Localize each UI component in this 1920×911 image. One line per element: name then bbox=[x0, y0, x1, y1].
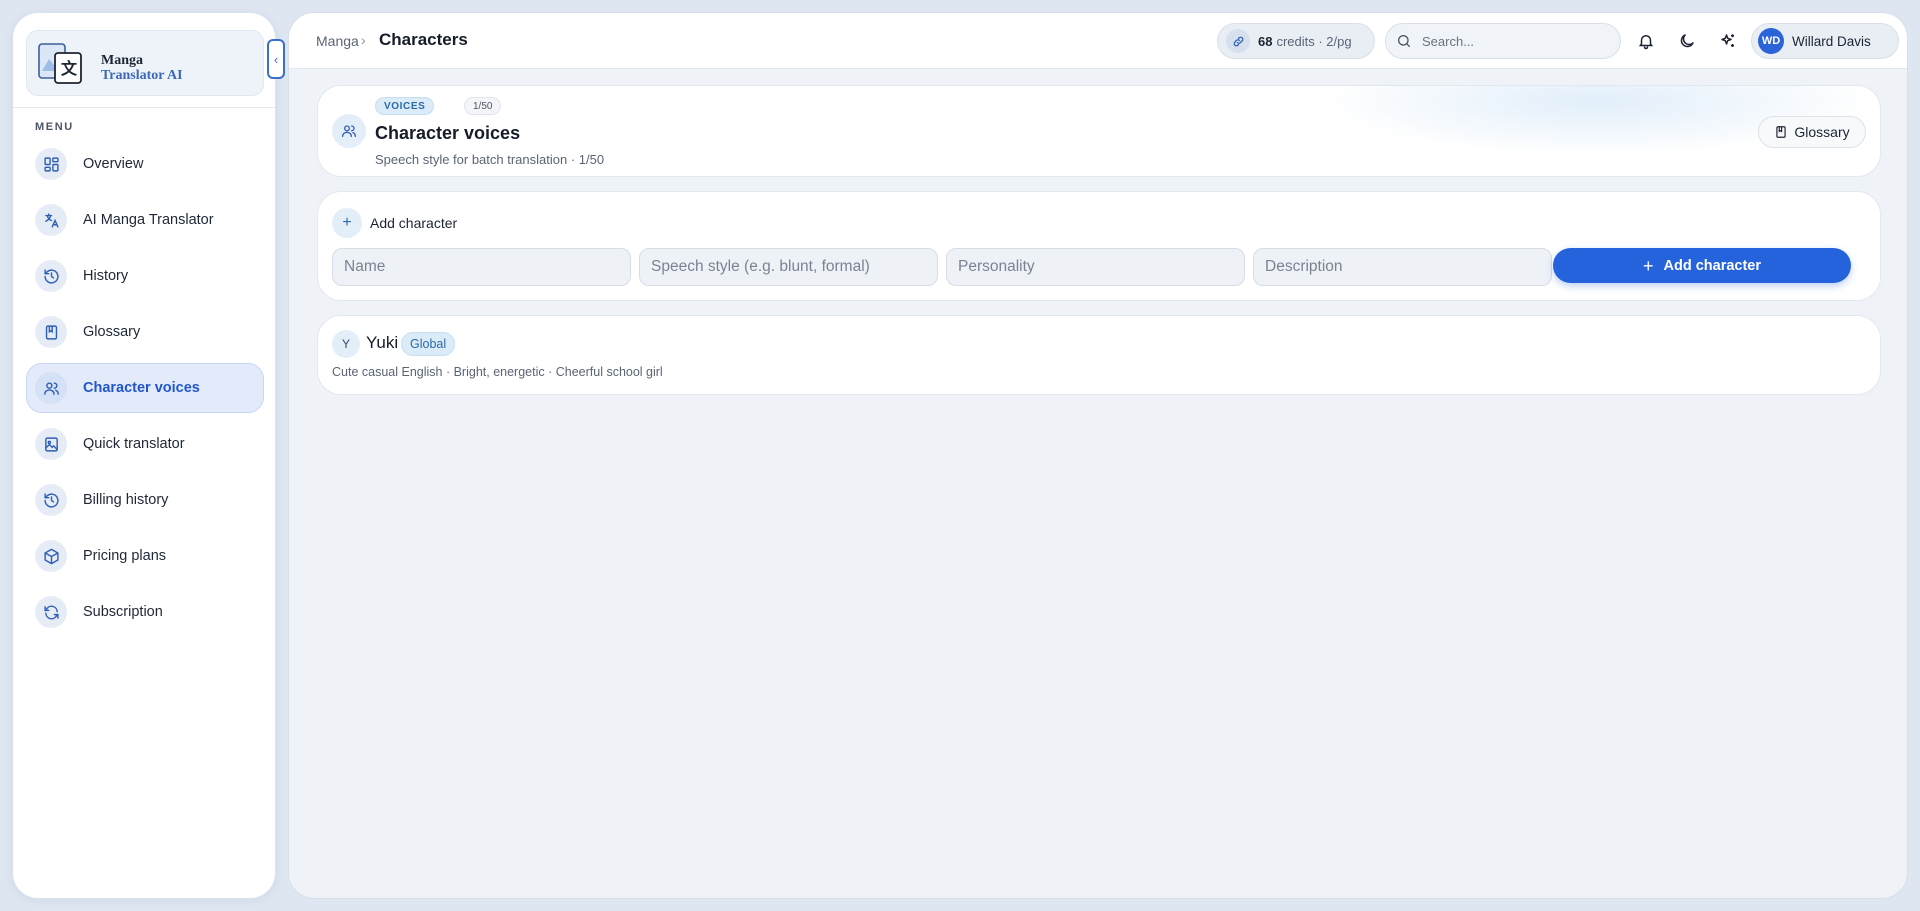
menu-label: MENU bbox=[35, 121, 74, 133]
page-header-card: VOICES 1/50 Character voices Speech styl… bbox=[317, 85, 1881, 177]
breadcrumb-separator: › bbox=[361, 32, 366, 48]
credits-count: 68 bbox=[1258, 33, 1273, 49]
brand-line-2: Translator AI bbox=[101, 68, 183, 83]
section-title: Character voices bbox=[375, 123, 521, 143]
collapse-sidebar-button[interactable]: ‹ bbox=[267, 39, 285, 79]
dashboard-icon bbox=[35, 148, 67, 180]
add-character-button[interactable]: + Add character bbox=[1553, 248, 1851, 283]
glossary-button[interactable]: Glossary bbox=[1758, 116, 1866, 148]
breadcrumb-parent[interactable]: Manga bbox=[316, 33, 359, 49]
add-character-heading: + Add character bbox=[332, 208, 457, 238]
sidebar-item-billing-history[interactable]: Billing history bbox=[26, 475, 264, 525]
history-icon bbox=[35, 260, 67, 292]
sidebar-nav: Overview AI Manga Translator History Glo… bbox=[26, 139, 264, 643]
sidebar-item-ai-manga-translator[interactable]: AI Manga Translator bbox=[26, 195, 264, 245]
brand-logo[interactable]: 文 Manga Translator AI bbox=[26, 30, 264, 96]
chevron-left-icon: ‹ bbox=[273, 51, 279, 67]
credits-rate: credits · 2/pg bbox=[1276, 33, 1352, 49]
character-name: Yuki bbox=[366, 333, 399, 352]
sidebar-item-label: Billing history bbox=[83, 492, 169, 508]
name-input[interactable] bbox=[332, 248, 631, 286]
translate-icon bbox=[35, 204, 67, 236]
link-icon bbox=[1226, 29, 1250, 53]
sidebar-item-label: Character voices bbox=[83, 380, 200, 396]
sidebar-item-subscription[interactable]: Subscription bbox=[26, 587, 264, 637]
search-box[interactable] bbox=[1385, 23, 1621, 59]
sidebar-item-label: Quick translator bbox=[83, 436, 185, 452]
add-character-button-label: Add character bbox=[1663, 257, 1762, 274]
search-icon bbox=[1398, 35, 1410, 47]
sidebar-item-label: AI Manga Translator bbox=[83, 212, 214, 228]
character-avatar: Y bbox=[332, 330, 360, 358]
sparkles-icon[interactable] bbox=[1717, 30, 1739, 52]
scope-badge: Global bbox=[401, 332, 456, 356]
sidebar-item-pricing-plans[interactable]: Pricing plans bbox=[26, 531, 264, 581]
sidebar: 文 Manga Translator AI ‹ MENU Overview AI… bbox=[12, 12, 285, 899]
sidebar-divider bbox=[13, 107, 275, 108]
personality-input[interactable] bbox=[946, 248, 1245, 286]
refresh-icon bbox=[35, 596, 67, 628]
sidebar-item-history[interactable]: History bbox=[26, 251, 264, 301]
moon-icon[interactable] bbox=[1676, 30, 1698, 52]
page-title: Characters bbox=[379, 30, 468, 49]
book-icon bbox=[1776, 126, 1787, 138]
add-character-heading-label: Add character bbox=[370, 215, 458, 231]
brand-name: Manga Translator AI bbox=[101, 53, 183, 83]
book-icon bbox=[35, 316, 67, 348]
history-icon bbox=[35, 484, 67, 516]
glossary-button-label: Glossary bbox=[1794, 124, 1850, 140]
package-icon bbox=[35, 540, 67, 572]
credits-badge[interactable]: 68 credits · 2/pg bbox=[1217, 23, 1375, 59]
character-details: Cute casual English · Bright, energetic … bbox=[332, 365, 663, 379]
search-input[interactable] bbox=[1422, 33, 1602, 49]
svg-text:文: 文 bbox=[61, 59, 78, 78]
avatar: WD bbox=[1758, 28, 1784, 54]
sidebar-item-label: Pricing plans bbox=[83, 548, 167, 564]
section-badge: VOICES bbox=[375, 97, 435, 115]
sidebar-item-glossary[interactable]: Glossary bbox=[26, 307, 264, 357]
plus-icon: + bbox=[332, 208, 362, 238]
users-icon bbox=[35, 372, 67, 404]
add-character-card: + Add character + Add character bbox=[317, 191, 1881, 301]
logo-icon: 文 bbox=[37, 41, 83, 85]
section-subtitle: Speech style for batch translation · 1/5… bbox=[375, 152, 605, 167]
plus-icon: + bbox=[1642, 255, 1654, 276]
topbar: Manga › Characters 68 credits · 2/pg WD … bbox=[289, 13, 1907, 69]
bell-icon[interactable] bbox=[1635, 30, 1657, 52]
main-panel: Manga › Characters 68 credits · 2/pg WD … bbox=[288, 12, 1908, 899]
description-input[interactable] bbox=[1253, 248, 1552, 286]
user-menu[interactable]: WD Willard Davis bbox=[1751, 23, 1899, 59]
list-item[interactable]: Y Yuki Global Cute casual English · Brig… bbox=[317, 315, 1881, 395]
sidebar-item-label: Glossary bbox=[83, 324, 141, 340]
users-icon bbox=[332, 114, 366, 148]
sidebar-item-label: History bbox=[83, 268, 129, 284]
sidebar-item-label: Subscription bbox=[83, 604, 163, 620]
sidebar-item-character-voices[interactable]: Character voices bbox=[26, 363, 264, 413]
user-name: Willard Davis bbox=[1792, 33, 1871, 49]
sidebar-item-quick-translator[interactable]: Quick translator bbox=[26, 419, 264, 469]
image-file-icon bbox=[35, 428, 67, 460]
sidebar-item-label: Overview bbox=[83, 156, 144, 172]
count-badge: 1/50 bbox=[464, 97, 502, 115]
speech-style-input[interactable] bbox=[639, 248, 938, 286]
sidebar-item-overview[interactable]: Overview bbox=[26, 139, 264, 189]
brand-line-1: Manga bbox=[101, 53, 143, 68]
